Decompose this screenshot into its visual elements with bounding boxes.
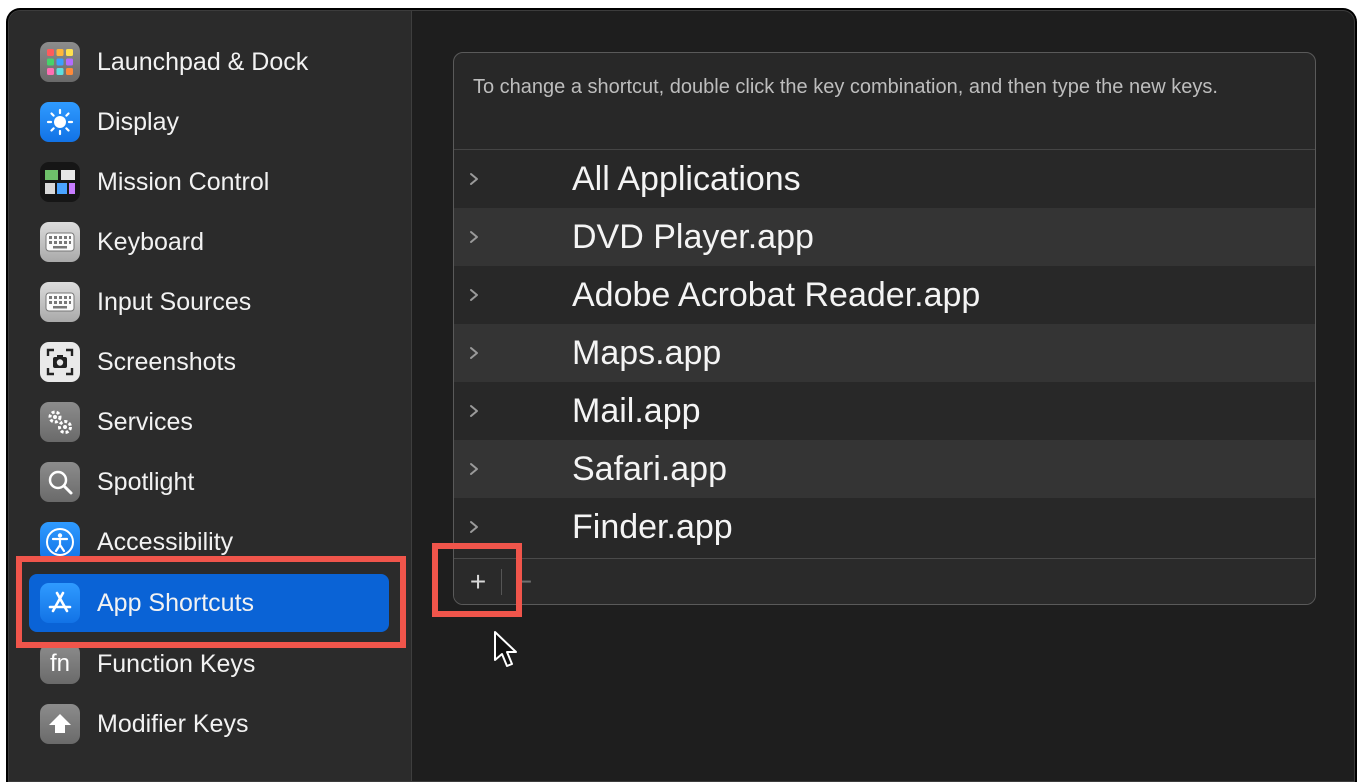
sidebar-item-launchpad-dock[interactable]: Launchpad & Dock [29,33,389,91]
app-name: Adobe Acrobat Reader.app [572,275,981,314]
chevron-right-icon[interactable] [464,457,484,481]
sidebar-item-function-keys[interactable]: fn Function Keys [29,635,389,693]
toolbar-divider [501,569,502,595]
app-name: Maps.app [572,333,722,372]
app-name: Safari.app [572,449,727,488]
list-item[interactable]: Finder.app [454,498,1315,556]
fn-glyph: fn [49,650,70,677]
sidebar-item-app-shortcuts[interactable]: App Shortcuts [29,574,389,632]
instructions-text: To change a shortcut, double click the k… [473,76,1218,98]
chevron-right-icon[interactable] [464,283,484,307]
sidebar-item-label: Input Sources [97,287,252,316]
app-shortcuts-panel: To change a shortcut, double click the k… [453,52,1316,605]
mouse-pointer-icon [494,631,517,667]
sidebar-item-label: Screenshots [97,347,236,376]
arrow-up-icon [40,704,80,744]
sidebar-item-spotlight[interactable]: Spotlight [29,453,389,511]
add-button[interactable]: + [456,559,500,604]
sidebar-item-display[interactable]: Display [29,93,389,151]
list-item[interactable]: All Applications [454,150,1315,208]
sidebar-item-label: Mission Control [97,167,270,196]
sidebar-item-label: Launchpad & Dock [97,47,309,76]
list-item[interactable]: Maps.app [454,324,1315,382]
app-store-icon [40,583,80,623]
sidebar-item-services[interactable]: Services [29,393,389,451]
sidebar: Launchpad & Dock Display Mission Control… [9,11,412,781]
app-list: All Applications DVD Player.app Adobe Ac… [454,149,1315,556]
list-item[interactable]: DVD Player.app [454,208,1315,266]
sidebar-item-modifier-keys[interactable]: Modifier Keys [29,695,389,753]
mission-control-icon [40,162,80,202]
sidebar-item-mission-control[interactable]: Mission Control [29,153,389,211]
magnifier-icon [40,462,80,502]
remove-button[interactable]: − [506,559,542,604]
list-item[interactable]: Mail.app [454,382,1315,440]
chevron-right-icon[interactable] [464,399,484,423]
keyboard-icon [40,222,80,262]
chevron-right-icon[interactable] [464,515,484,539]
sidebar-item-label: Spotlight [97,467,195,496]
sidebar-item-label: Services [97,407,193,436]
sidebar-item-label: App Shortcuts [97,588,255,617]
app-name: Finder.app [572,507,733,546]
accessibility-icon [40,522,80,562]
display-brightness-icon [40,102,80,142]
sidebar-item-label: Keyboard [97,227,205,256]
keyboard-icon [40,282,80,322]
settings-window: Launchpad & Dock Display Mission Control… [8,10,1355,782]
sidebar-item-label: Display [97,107,179,136]
app-name: Mail.app [572,391,701,430]
sidebar-item-screenshots[interactable]: Screenshots [29,333,389,391]
chevron-right-icon[interactable] [464,225,484,249]
sidebar-item-keyboard[interactable]: Keyboard [29,213,389,271]
list-item[interactable]: Safari.app [454,440,1315,498]
sidebar-item-label: Modifier Keys [97,709,249,738]
chevron-right-icon[interactable] [464,341,484,365]
camera-icon [40,342,80,382]
launchpad-icon [40,42,80,82]
chevron-right-icon[interactable] [464,167,484,191]
gears-icon [40,402,80,442]
app-name: DVD Player.app [572,217,814,256]
sidebar-item-input-sources[interactable]: Input Sources [29,273,389,331]
fn-icon: fn [40,644,80,684]
sidebar-item-label: Function Keys [97,649,256,678]
list-item[interactable]: Adobe Acrobat Reader.app [454,266,1315,324]
sidebar-item-label: Accessibility [97,527,234,556]
sidebar-item-accessibility[interactable]: Accessibility [29,513,389,571]
app-name: All Applications [572,159,801,198]
list-toolbar: + − [454,558,1315,604]
